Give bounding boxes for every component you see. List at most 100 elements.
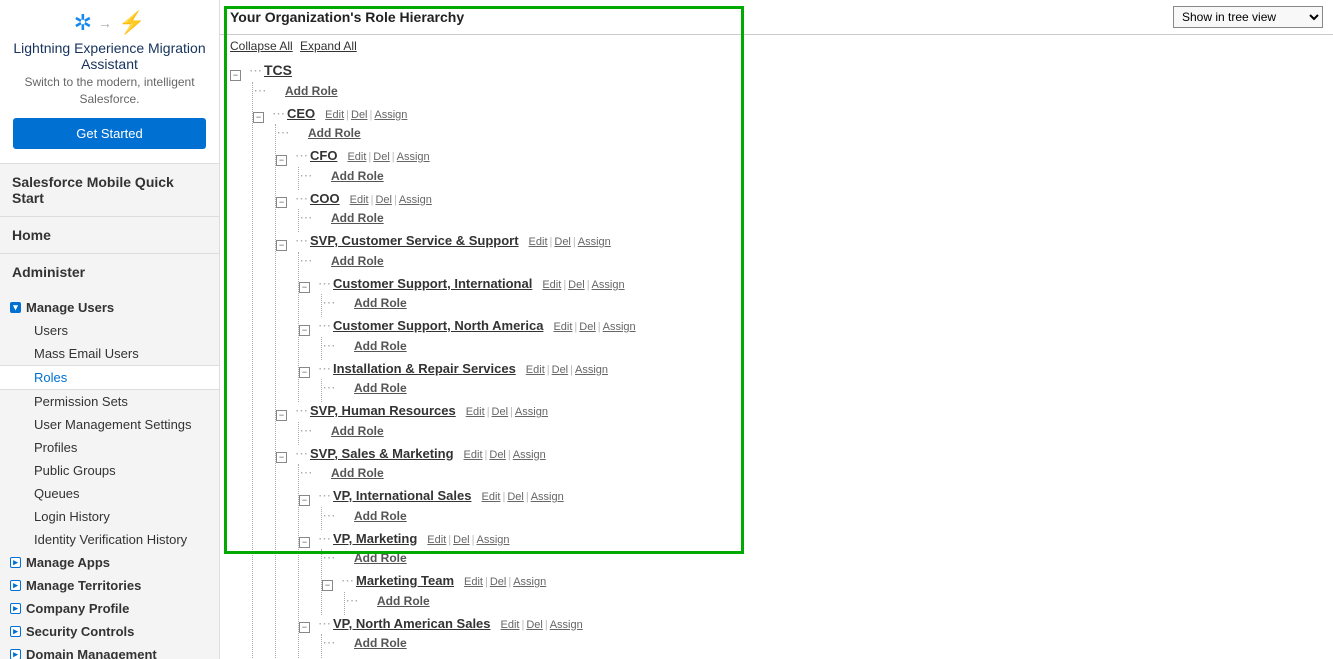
nav-security-controls[interactable]: ▸Security Controls (0, 620, 219, 643)
tree-toggle-icon[interactable]: − (230, 70, 241, 81)
edit-link[interactable]: Edit (427, 534, 446, 546)
nav-child-login-history[interactable]: Login History (0, 505, 219, 528)
tree-toggle-icon[interactable]: − (276, 240, 287, 251)
nav-child-profiles[interactable]: Profiles (0, 436, 219, 459)
add-role-link[interactable]: Add Role (331, 254, 384, 268)
role-link[interactable]: SVP, Customer Service & Support (310, 233, 519, 248)
role-link[interactable]: Marketing Team (356, 573, 454, 588)
add-role-link[interactable]: Add Role (354, 509, 407, 523)
nav-child-user-management-settings[interactable]: User Management Settings (0, 413, 219, 436)
role-link[interactable]: TCS (264, 62, 292, 78)
role-link[interactable]: CEO (287, 106, 315, 121)
role-link[interactable]: Customer Support, International (333, 276, 532, 291)
nav-child-identity-verification-history[interactable]: Identity Verification History (0, 528, 219, 551)
edit-link[interactable]: Edit (529, 236, 548, 248)
role-link[interactable]: VP, International Sales (333, 488, 471, 503)
get-started-button[interactable]: Get Started (13, 118, 206, 149)
add-role-link[interactable]: Add Role (331, 211, 384, 225)
tree-toggle-icon[interactable]: − (299, 282, 310, 293)
del-link[interactable]: Del (375, 194, 392, 206)
add-role-link[interactable]: Add Role (331, 424, 384, 438)
nav-manage-apps[interactable]: ▸Manage Apps (0, 551, 219, 574)
del-link[interactable]: Del (507, 491, 524, 503)
del-link[interactable]: Del (526, 619, 543, 631)
add-role-link[interactable]: Add Role (354, 381, 407, 395)
add-role-link[interactable]: Add Role (354, 296, 407, 310)
sidebar-mobile-quickstart[interactable]: Salesforce Mobile Quick Start (0, 164, 219, 217)
nav-child-public-groups[interactable]: Public Groups (0, 459, 219, 482)
del-link[interactable]: Del (579, 321, 596, 333)
tree-toggle-icon[interactable]: − (276, 197, 287, 208)
tree-toggle-icon[interactable]: − (276, 410, 287, 421)
nav-company-profile[interactable]: ▸Company Profile (0, 597, 219, 620)
del-link[interactable]: Del (490, 576, 507, 588)
edit-link[interactable]: Edit (481, 491, 500, 503)
tree-toggle-icon[interactable]: − (322, 580, 333, 591)
nav-child-queues[interactable]: Queues (0, 482, 219, 505)
del-link[interactable]: Del (489, 449, 506, 461)
nav-child-permission-sets[interactable]: Permission Sets (0, 390, 219, 413)
tree-toggle-icon[interactable]: − (276, 452, 287, 463)
view-mode-select[interactable]: Show in tree view (1173, 6, 1323, 28)
assign-link[interactable]: Assign (578, 236, 611, 248)
assign-link[interactable]: Assign (603, 321, 636, 333)
add-role-link[interactable]: Add Role (354, 339, 407, 353)
collapse-all-link[interactable]: Collapse All (230, 39, 293, 53)
edit-link[interactable]: Edit (347, 151, 366, 163)
role-link[interactable]: Installation & Repair Services (333, 361, 516, 376)
tree-toggle-icon[interactable]: − (276, 155, 287, 166)
add-role-link[interactable]: Add Role (377, 594, 430, 608)
edit-link[interactable]: Edit (542, 279, 561, 291)
role-link[interactable]: SVP, Sales & Marketing (310, 446, 454, 461)
tree-toggle-icon[interactable]: − (299, 367, 310, 378)
del-link[interactable]: Del (568, 279, 585, 291)
tree-toggle-icon[interactable]: − (299, 495, 310, 506)
add-role-link[interactable]: Add Role (285, 84, 338, 98)
edit-link[interactable]: Edit (553, 321, 572, 333)
edit-link[interactable]: Edit (501, 619, 520, 631)
nav-domain-management[interactable]: ▸Domain Management (0, 643, 219, 659)
tree-toggle-icon[interactable]: − (253, 112, 264, 123)
role-link[interactable]: SVP, Human Resources (310, 403, 456, 418)
sidebar-home[interactable]: Home (0, 217, 219, 254)
edit-link[interactable]: Edit (350, 194, 369, 206)
role-link[interactable]: VP, North American Sales (333, 616, 491, 631)
role-link[interactable]: VP, Marketing (333, 531, 417, 546)
nav-manage-users[interactable]: ▾ Manage Users (0, 296, 219, 319)
role-link[interactable]: COO (310, 191, 340, 206)
nav-child-roles[interactable]: Roles (0, 365, 219, 390)
assign-link[interactable]: Assign (399, 194, 432, 206)
edit-link[interactable]: Edit (464, 576, 483, 588)
assign-link[interactable]: Assign (515, 406, 548, 418)
sidebar-administer[interactable]: Administer (0, 254, 219, 290)
tree-toggle-icon[interactable]: − (299, 622, 310, 633)
tree-toggle-icon[interactable]: − (299, 325, 310, 336)
role-link[interactable]: CFO (310, 148, 337, 163)
del-link[interactable]: Del (373, 151, 390, 163)
add-role-link[interactable]: Add Role (308, 126, 361, 140)
tree-toggle-icon[interactable]: − (299, 537, 310, 548)
del-link[interactable]: Del (453, 534, 470, 546)
edit-link[interactable]: Edit (325, 109, 344, 121)
add-role-link[interactable]: Add Role (331, 169, 384, 183)
nav-child-mass-email-users[interactable]: Mass Email Users (0, 342, 219, 365)
assign-link[interactable]: Assign (477, 534, 510, 546)
add-role-link[interactable]: Add Role (331, 466, 384, 480)
assign-link[interactable]: Assign (374, 109, 407, 121)
assign-link[interactable]: Assign (513, 576, 546, 588)
assign-link[interactable]: Assign (531, 491, 564, 503)
edit-link[interactable]: Edit (526, 364, 545, 376)
assign-link[interactable]: Assign (397, 151, 430, 163)
expand-all-link[interactable]: Expand All (300, 39, 357, 53)
add-role-link[interactable]: Add Role (354, 551, 407, 565)
nav-child-users[interactable]: Users (0, 319, 219, 342)
del-link[interactable]: Del (554, 236, 571, 248)
edit-link[interactable]: Edit (466, 406, 485, 418)
assign-link[interactable]: Assign (592, 279, 625, 291)
add-role-link[interactable]: Add Role (354, 636, 407, 650)
del-link[interactable]: Del (492, 406, 509, 418)
nav-manage-territories[interactable]: ▸Manage Territories (0, 574, 219, 597)
assign-link[interactable]: Assign (513, 449, 546, 461)
del-link[interactable]: Del (351, 109, 368, 121)
assign-link[interactable]: Assign (550, 619, 583, 631)
